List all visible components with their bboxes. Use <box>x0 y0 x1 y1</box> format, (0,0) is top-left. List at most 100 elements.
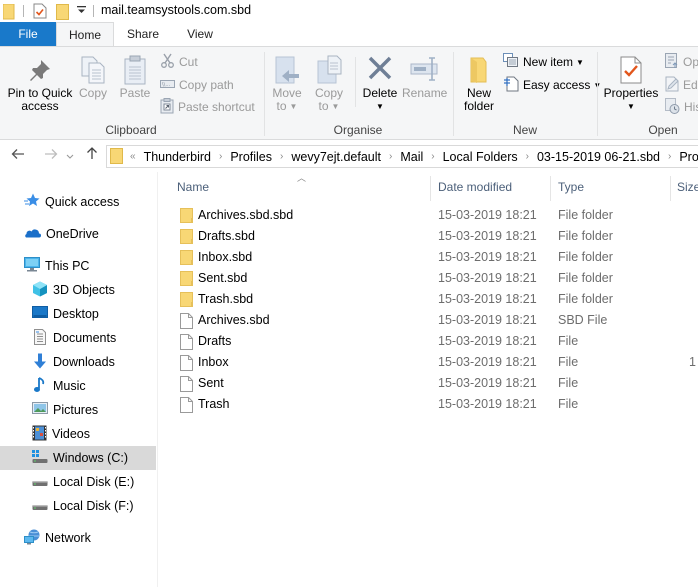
file-row[interactable]: Archives.sbd 15-03-2019 18:21 SBD File <box>159 310 698 331</box>
move-to-button[interactable]: Move to ▼ <box>268 51 306 113</box>
sidebar-item-label: Desktop <box>53 307 99 321</box>
sidebar-item-label: Pictures <box>53 403 99 417</box>
sidebar-item-local-disk-f[interactable]: Local Disk (F:) <box>0 494 156 518</box>
edit-button[interactable]: Edi <box>665 75 698 95</box>
breadcrumb-thunderbird[interactable]: Thunderbird <box>141 150 214 164</box>
breadcrumb-date-folder[interactable]: 03-15-2019 06-21.sbd <box>534 150 663 164</box>
breadcrumb-chevron-icon[interactable]: › <box>384 151 397 162</box>
tab-home[interactable]: Home <box>56 22 114 47</box>
file-name: Sent.sbd <box>198 271 248 285</box>
move-to-icon <box>272 51 302 85</box>
column-divider[interactable] <box>550 176 551 201</box>
up-arrow-icon <box>86 147 98 164</box>
breadcrumb-chevron-icon[interactable]: › <box>426 151 439 162</box>
new-folder-button[interactable]: New folder <box>458 51 500 113</box>
file-name: Archives.sbd.sbd <box>198 208 294 222</box>
sidebar-item-music[interactable]: Music <box>0 374 156 398</box>
paste-icon <box>121 51 149 85</box>
file-row[interactable]: Drafts.sbd 15-03-2019 18:21 File folder <box>159 226 698 247</box>
file-row[interactable]: Inbox 15-03-2019 18:21 File 1 <box>159 352 698 373</box>
sidebar-item-videos[interactable]: Videos <box>0 422 156 446</box>
breadcrumb-chevron-icon[interactable]: › <box>521 151 534 162</box>
sidebar-item-onedrive[interactable]: OneDrive <box>0 222 156 246</box>
cut-button[interactable]: Cut <box>160 52 198 72</box>
breadcrumb-local-folders[interactable]: Local Folders <box>440 150 521 164</box>
history-icon <box>665 97 680 117</box>
sidebar-item-this-pc[interactable]: This PC <box>0 254 156 278</box>
rename-button[interactable]: Rename <box>402 51 447 100</box>
paste-shortcut-button[interactable]: Paste shortcut <box>160 97 255 117</box>
file-row[interactable]: Trash.sbd 15-03-2019 18:21 File folder <box>159 289 698 310</box>
column-divider[interactable] <box>670 176 671 201</box>
file-row[interactable]: Inbox.sbd 15-03-2019 18:21 File folder <box>159 247 698 268</box>
properties-icon <box>616 51 646 85</box>
sidebar-item-label: Network <box>45 531 91 545</box>
file-date-modified: 15-03-2019 18:21 <box>438 334 537 348</box>
history-button[interactable]: His <box>665 97 698 117</box>
column-header-name[interactable]: Name <box>177 177 427 197</box>
address-bar[interactable]: « Thunderbird › Profiles › wevy7ejt.defa… <box>106 145 698 168</box>
column-header-type[interactable]: Type <box>558 177 668 197</box>
breadcrumb-current[interactable]: Pro <box>676 150 698 164</box>
breadcrumb-chevron-icon[interactable]: › <box>214 151 227 162</box>
sidebar-item-network[interactable]: Network <box>0 526 156 550</box>
properties-button[interactable]: Properties ▼ <box>602 51 660 113</box>
breadcrumb-profiles[interactable]: Profiles <box>227 150 275 164</box>
recent-locations-button[interactable] <box>64 146 76 166</box>
copy-path-button[interactable]: \\... Copy path <box>160 75 234 95</box>
column-header-size[interactable]: Size <box>677 177 698 197</box>
tab-file[interactable]: File <box>0 22 56 46</box>
breadcrumb-chevron-icon[interactable]: › <box>275 151 288 162</box>
properties-qa-icon[interactable] <box>33 3 47 22</box>
history-label: His <box>684 100 698 114</box>
sidebar-item-documents[interactable]: Documents <box>0 326 156 350</box>
sidebar-item-windows-c[interactable]: Windows (C:) <box>0 446 156 470</box>
paste-shortcut-icon <box>160 97 174 117</box>
sidebar-item-3d-objects[interactable]: 3D Objects <box>0 278 156 302</box>
file-row[interactable]: Trash 15-03-2019 18:21 File <box>159 394 698 415</box>
tab-view[interactable]: View <box>172 22 228 46</box>
sidebar-item-pictures[interactable]: Pictures <box>0 398 156 422</box>
sidebar-item-desktop[interactable]: Desktop <box>0 302 156 326</box>
overflow-crumbs-button[interactable]: « <box>128 151 141 162</box>
file-type: File folder <box>558 250 613 264</box>
up-button[interactable] <box>84 146 100 166</box>
new-item-button[interactable]: New item ▼ <box>503 52 584 72</box>
pin-to-quick-access-button[interactable]: Pin to Quick access <box>4 51 76 113</box>
separator <box>23 5 24 17</box>
file-row[interactable]: Sent.sbd 15-03-2019 18:21 File folder <box>159 268 698 289</box>
breadcrumb-mail[interactable]: Mail <box>397 150 426 164</box>
file-row[interactable]: Sent 15-03-2019 18:21 File <box>159 373 698 394</box>
cube-icon <box>32 281 48 300</box>
open-button[interactable]: Op <box>665 52 698 72</box>
file-date-modified: 15-03-2019 18:21 <box>438 376 537 390</box>
star-icon <box>24 193 40 211</box>
file-size: 1 <box>689 355 696 369</box>
sidebar-item-local-disk-e[interactable]: Local Disk (E:) <box>0 470 156 494</box>
copy-button[interactable]: Copy <box>76 51 110 100</box>
forward-button[interactable] <box>42 146 60 166</box>
file-type: File <box>558 376 579 390</box>
breadcrumb-chevron-icon[interactable]: › <box>663 151 676 162</box>
new-folder-qa-icon[interactable] <box>56 4 70 23</box>
group-separator <box>453 52 454 136</box>
customize-qa-dropdown-icon[interactable] <box>77 5 86 18</box>
sidebar-item-downloads[interactable]: Downloads <box>0 350 156 374</box>
file-row[interactable]: Drafts 15-03-2019 18:21 File <box>159 331 698 352</box>
delete-button[interactable]: Delete ▼ <box>360 51 400 113</box>
file-row[interactable]: Archives.sbd.sbd 15-03-2019 18:21 File f… <box>159 205 698 226</box>
file-type: File <box>558 355 579 369</box>
paste-button[interactable]: Paste <box>116 51 154 100</box>
sidebar-item-label: Videos <box>52 427 90 441</box>
breadcrumb-profile-folder[interactable]: wevy7ejt.default <box>288 150 384 164</box>
column-header-date-modified[interactable]: Date modified <box>438 177 548 197</box>
sidebar-item-quick-access[interactable]: Quick access <box>0 190 156 214</box>
easy-access-button[interactable]: Easy access▼ <box>503 75 601 95</box>
column-divider[interactable] <box>430 176 431 201</box>
computer-icon <box>24 257 40 275</box>
tab-share[interactable]: Share <box>114 22 172 46</box>
copy-to-button[interactable]: Copy to ▼ <box>310 51 348 113</box>
copy-to-label-2: to <box>318 99 329 113</box>
back-button[interactable] <box>9 146 27 166</box>
svg-text:\\...: \\... <box>162 82 171 88</box>
